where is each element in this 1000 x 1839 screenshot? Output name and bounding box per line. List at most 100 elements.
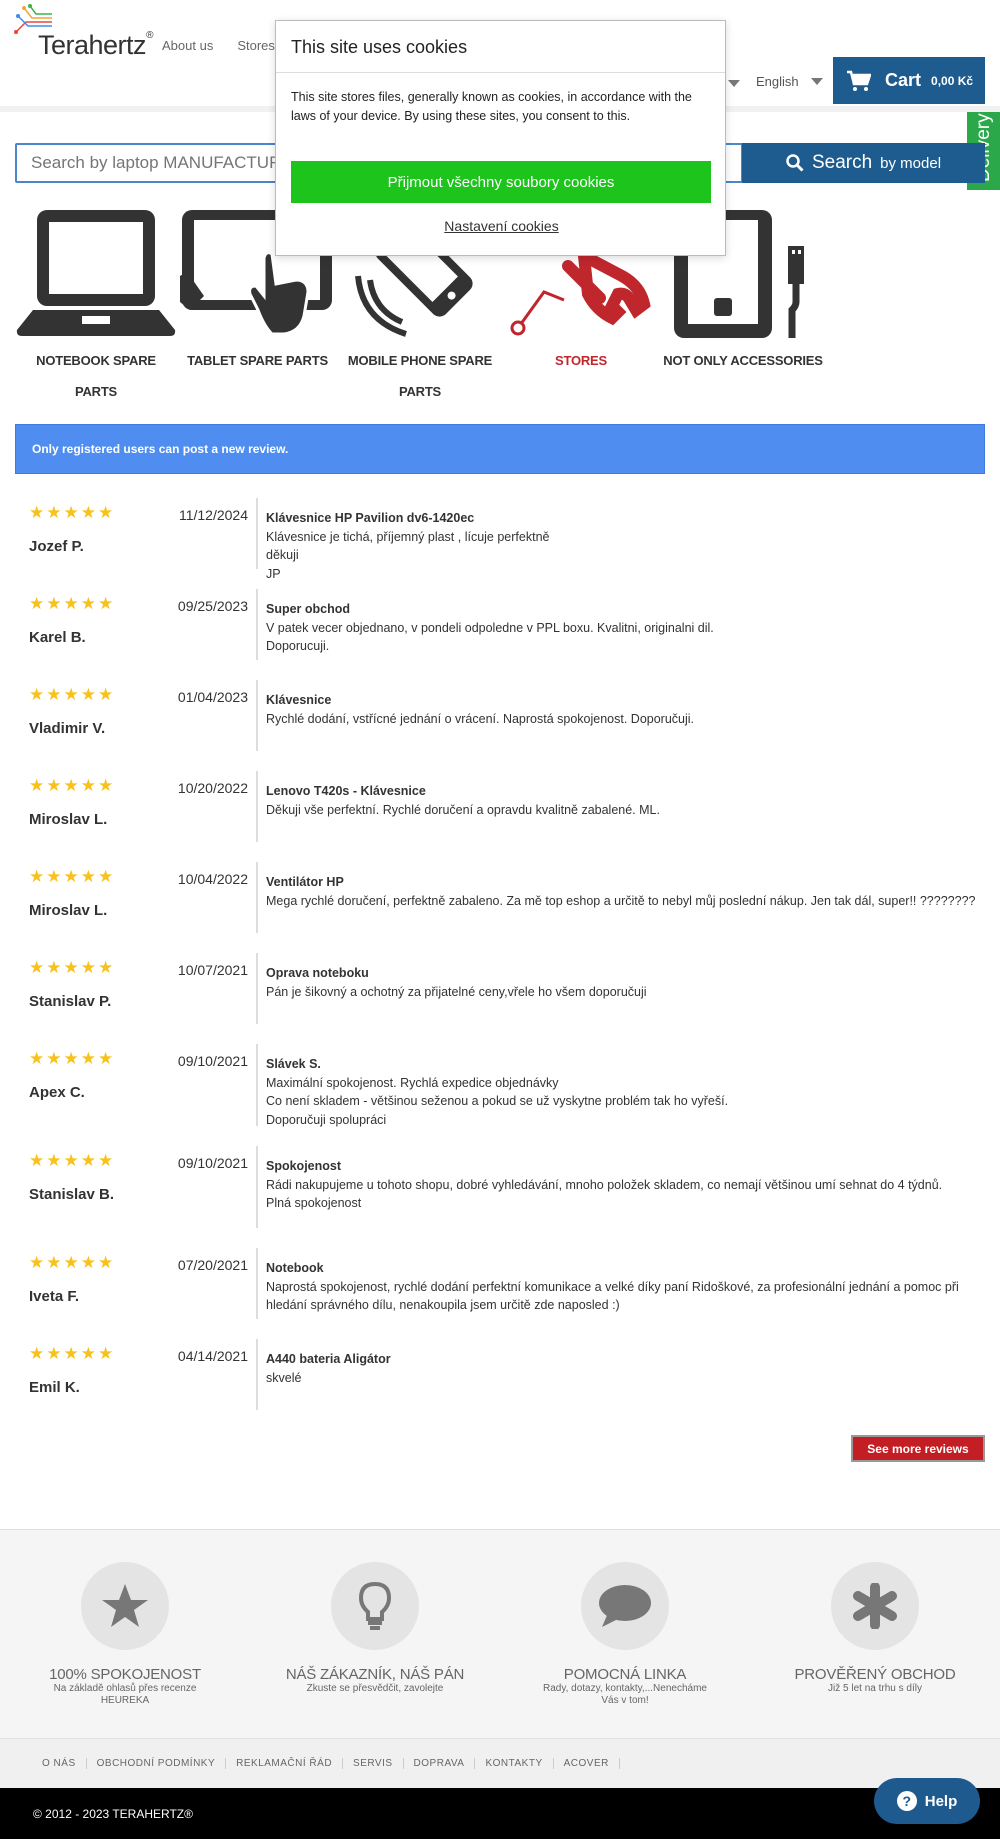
review-meta: ★ ★ ★ ★ ★ 09/10/2021 Apex C. <box>15 1044 258 1126</box>
review-date: 04/14/2021 <box>177 1348 248 1364</box>
cookie-dialog-text: This site stores files, generally known … <box>291 90 692 123</box>
review-title: A440 bateria Aligátor <box>266 1352 391 1366</box>
review-content: Spokojenost Rádi nakupujeme u tohoto sho… <box>258 1146 985 1228</box>
review-meta: ★ ★ ★ ★ ★ 04/14/2021 Emil K. <box>15 1339 258 1410</box>
category-label: MOBILE PHONE SPARE PARTS <box>347 353 493 399</box>
star-icon: ★ <box>46 503 62 522</box>
cart-icon <box>847 70 871 91</box>
star-icon: ★ <box>80 867 96 886</box>
category-notebook[interactable]: NOTEBOOK SPARE PARTS <box>15 206 177 407</box>
footer-link-contacts[interactable]: KONTAKTY <box>475 1758 554 1769</box>
footer-link-complaints[interactable]: REKLAMAČNÍ ŘÁD <box>226 1758 344 1769</box>
review-text-line: Plná spokojenost <box>266 1196 362 1210</box>
reviews-list: ★ ★ ★ ★ ★ 11/12/2024 Jozef P. Klávesnice HP … <box>15 498 985 1430</box>
review-text-line: Pán je šikovný a ochotný za přijatelné c… <box>266 984 647 999</box>
review-content: Klávesnice Rychlé dodání, vstřícné jedná… <box>258 680 985 751</box>
chevron-down-icon[interactable] <box>728 80 740 87</box>
star-icon: ★ <box>46 1253 62 1272</box>
review-text-line: Mega rychlé doručení, perfektně zabaleno… <box>266 893 976 908</box>
search-button-sublabel: by model <box>880 154 942 172</box>
review-content: Super obchod V patek vecer objednano, v … <box>258 589 985 660</box>
cookie-dialog: This site uses cookies This site stores … <box>275 20 726 256</box>
chevron-down-icon <box>810 78 823 85</box>
review-text-line: Maximální spokojenost. Rychlá expedice o… <box>266 1075 559 1090</box>
footer-link-terms[interactable]: OBCHODNÍ PODMÍNKY <box>87 1758 227 1769</box>
see-more-reviews-button[interactable]: See more reviews <box>851 1435 985 1462</box>
footer-link-service[interactable]: SERVIS <box>343 1758 404 1769</box>
accept-cookies-button[interactable]: Přijmout všechny soubory cookies <box>291 161 711 203</box>
star-icon: ★ <box>46 1151 62 1170</box>
review-date: 01/04/2023 <box>177 689 248 705</box>
feature-subtitle: Na základě ohlasů přes recenze HEUREKA <box>53 1683 197 1706</box>
feature-item: 100% SPOKOJENOST Na základě ohlasů přes … <box>0 1562 250 1707</box>
review-meta: ★ ★ ★ ★ ★ 09/10/2021 Stanislav B. <box>15 1146 258 1228</box>
feature-icon-circle <box>331 1562 419 1650</box>
review-date: 07/20/2021 <box>177 1257 248 1273</box>
star-icon: ★ <box>98 1049 114 1068</box>
review-author: Iveta F. <box>29 1288 80 1305</box>
star-icon: ★ <box>80 776 96 795</box>
review-text-line: Co není skladem - většinou seženou a pok… <box>266 1094 729 1108</box>
review-title: Super obchod <box>266 602 351 616</box>
star-icon: ★ <box>63 1151 79 1170</box>
star-icon <box>102 1584 148 1627</box>
cart-button[interactable]: Cart 0,00 Kč <box>833 57 985 104</box>
review-date: 11/12/2024 <box>178 507 248 523</box>
review-date: 10/07/2021 <box>177 962 248 978</box>
review-title: Slávek S. <box>266 1057 321 1071</box>
star-icon: ★ <box>46 685 62 704</box>
speech-bubble-icon <box>599 1585 651 1627</box>
category-label: NOTEBOOK SPARE PARTS <box>36 353 156 399</box>
help-button[interactable]: ? Help <box>874 1778 980 1824</box>
nav-stores[interactable]: Stores <box>237 38 275 53</box>
review-text-line: děkuji <box>266 548 299 562</box>
language-selector[interactable]: English <box>756 74 823 89</box>
laptop-icon <box>16 210 176 336</box>
review-date: 10/04/2022 <box>177 871 248 887</box>
star-icon: ★ <box>98 1253 114 1272</box>
feature-item: POMOCNÁ LINKA Rady, dotazy, kontakty,...… <box>500 1562 750 1707</box>
feature-item: PROVĚŘENÝ OBCHOD Již 5 let na trhu s díl… <box>750 1562 1000 1695</box>
review-item: ★ ★ ★ ★ ★ 09/10/2021 Stanislav B. Spokojenos… <box>15 1146 985 1228</box>
review-author: Vladimir V. <box>29 720 106 737</box>
star-icon: ★ <box>63 503 79 522</box>
review-item: ★ ★ ★ ★ ★ 09/10/2021 Apex C. Slávek S. Maxim… <box>15 1044 985 1127</box>
footer-link-acover[interactable]: ACOVER <box>554 1758 620 1769</box>
search-button[interactable]: Search by model <box>742 143 985 183</box>
asterisk-icon <box>853 1583 897 1629</box>
star-icon: ★ <box>29 1151 45 1170</box>
review-text-line: V patek vecer objednano, v pondeli odpol… <box>266 620 714 635</box>
review-date: 10/20/2022 <box>177 780 248 796</box>
review-author: Jozef P. <box>29 538 84 555</box>
star-icon: ★ <box>98 867 114 886</box>
logo[interactable]: Terahertz® <box>14 4 154 60</box>
feature-icon-circle <box>81 1562 169 1650</box>
feature-icon-circle <box>581 1562 669 1650</box>
nav-about-us[interactable]: About us <box>162 38 213 53</box>
review-date: 09/25/2023 <box>177 598 248 614</box>
review-author: Emil K. <box>29 1379 80 1396</box>
star-icon: ★ <box>80 685 96 704</box>
star-icon: ★ <box>46 1049 62 1068</box>
feature-title: POMOCNÁ LINKA <box>563 1666 687 1683</box>
cookie-settings-link[interactable]: Nastavení cookies <box>276 218 727 234</box>
review-meta: ★ ★ ★ ★ ★ 10/04/2022 Miroslav L. <box>15 862 258 933</box>
review-title: Klávesnice HP Pavilion dv6-1420ec <box>266 511 475 525</box>
help-icon: ? <box>896 1791 917 1811</box>
star-icon: ★ <box>80 1049 96 1068</box>
review-content: Ventilátor HP Mega rychlé doručení, perf… <box>258 862 985 933</box>
star-icon: ★ <box>80 1151 96 1170</box>
logo-text: Terahertz <box>38 30 147 60</box>
star-icon: ★ <box>46 867 62 886</box>
search-button-label: Search <box>811 152 873 173</box>
review-content: Notebook Naprostá spokojenost, rychlé do… <box>258 1248 985 1319</box>
review-meta: ★ ★ ★ ★ ★ 07/20/2021 Iveta F. <box>15 1248 258 1319</box>
review-item: ★ ★ ★ ★ ★ 10/04/2022 Miroslav L. Ventilátor … <box>15 862 985 933</box>
review-title: Oprava noteboku <box>266 966 369 980</box>
review-item: ★ ★ ★ ★ ★ 04/14/2021 Emil K. A440 bateria Al… <box>15 1339 985 1410</box>
review-meta: ★ ★ ★ ★ ★ 10/20/2022 Miroslav L. <box>15 771 258 842</box>
category-label: TABLET SPARE PARTS <box>187 353 328 368</box>
feature-subtitle: Již 5 let na trhu s díly <box>828 1683 922 1694</box>
footer-link-about[interactable]: O NÁS <box>32 1758 87 1769</box>
footer-link-shipping[interactable]: DOPRAVA <box>404 1758 476 1769</box>
